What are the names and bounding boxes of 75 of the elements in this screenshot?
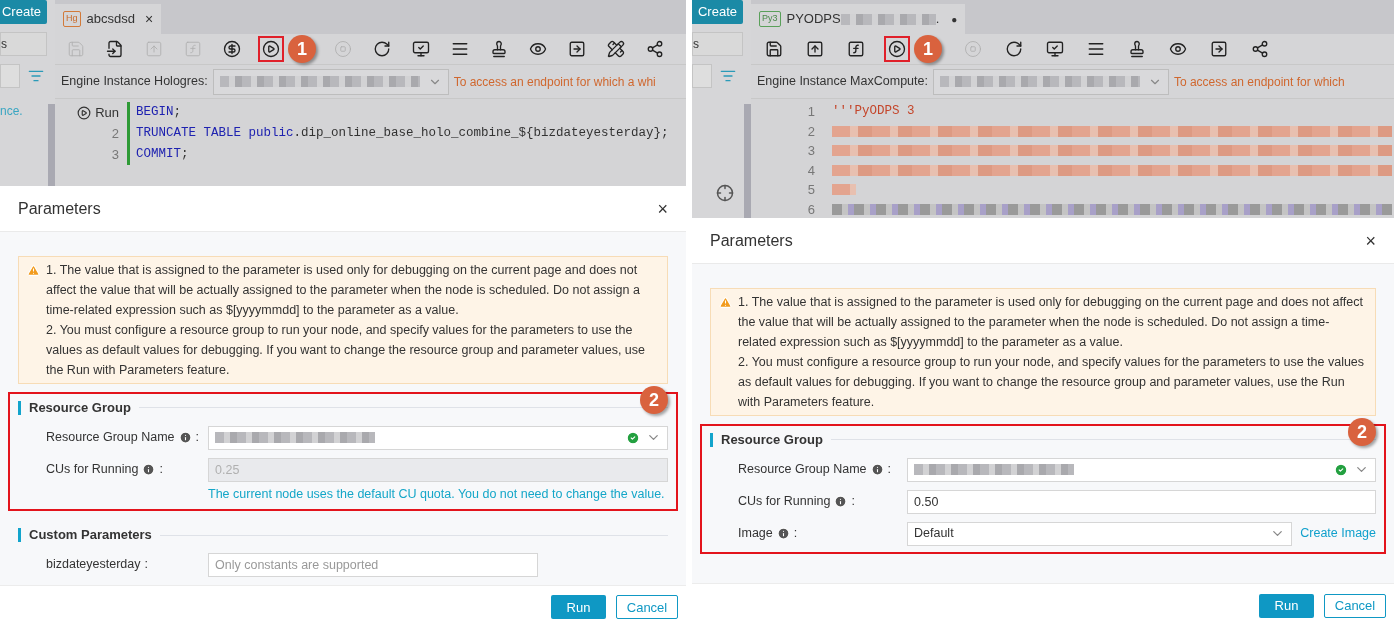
section-marker <box>710 432 713 447</box>
field-label: CUs for Running <box>46 461 139 479</box>
input-field[interactable]: 0.50 <box>907 489 1376 514</box>
field-label: CUs for Running <box>738 493 831 511</box>
tab-title: . <box>935 10 940 29</box>
file-type-badge: Py3 <box>759 11 781 27</box>
hint-text: The current node uses the default CU quota. You do not need to change the value. <box>208 485 666 503</box>
section-marker <box>18 400 21 415</box>
scrollbar[interactable] <box>744 104 751 218</box>
select-field[interactable] <box>208 425 668 450</box>
line-number: 6 <box>807 200 815 218</box>
search-field[interactable] <box>692 64 712 88</box>
label-colon: : <box>195 429 199 447</box>
redacted-block <box>832 184 856 196</box>
dialog-title: Parameters <box>18 198 101 219</box>
sidebar-field[interactable]: s <box>0 32 47 56</box>
field-label: Resource Group Name <box>46 429 175 447</box>
crosshair-icon[interactable] <box>716 184 734 202</box>
close-button[interactable]: × <box>1365 231 1376 250</box>
section-title: Custom Parameters <box>29 526 152 545</box>
unsaved-dot: ● <box>951 12 958 27</box>
section-title: Resource Group <box>29 399 131 417</box>
code-line: '''PyODPS 3 <box>832 103 915 121</box>
line-number: Run <box>95 103 119 122</box>
callout-badge: 1 <box>914 35 942 63</box>
input-field[interactable]: Only constants are supported <box>208 552 538 577</box>
endpoint-notice: To access an endpoint for which a whi <box>453 73 656 91</box>
code-line: TRUNCATE TABLE public.dip_online_base_holo_combine_${bizdateyesterday}; <box>136 125 669 143</box>
scrollbar[interactable] <box>48 104 55 186</box>
notice-text: 2. You must configure a resource group to run your node, and specify values for the parameters to use the values as default values for debugging. If you want to change the resource group and parameter values, use the Run with Parameters feature. <box>46 322 646 379</box>
label-colon: : <box>144 556 148 574</box>
create-button[interactable]: Create <box>692 0 743 24</box>
tab-title: abcsdsd <box>86 10 135 29</box>
close-tab-button[interactable]: × <box>144 8 154 30</box>
editor-tab[interactable]: Py3 PYODPS . ● <box>751 4 966 34</box>
close-button[interactable]: × <box>657 199 668 218</box>
callout-badge: 2 <box>640 386 668 414</box>
create-button[interactable]: Create <box>0 0 47 24</box>
select-field[interactable] <box>907 457 1376 482</box>
section-title: Resource Group <box>721 431 823 449</box>
code-line: BEGIN; <box>136 104 182 122</box>
line-number: 3 <box>111 145 119 164</box>
search-field[interactable] <box>0 64 20 88</box>
label-colon: : <box>793 525 798 543</box>
engine-label: Engine Instance Hologres: <box>61 73 208 91</box>
endpoint-notice: To access an endpoint for which <box>1173 73 1345 91</box>
field-label: Resource Group Name <box>738 461 867 479</box>
callout-badge: 1 <box>288 35 316 63</box>
field-label: bizdateyesterday <box>46 556 141 574</box>
editor-tab[interactable]: Hg abcsdsd × <box>55 4 162 34</box>
sidebar-field[interactable]: s <box>692 32 743 56</box>
label-colon: : <box>887 461 891 479</box>
notice-text: 1. The value that is assigned to the parameter is used only for debugging on the current page and does not affect the value that will be actually assigned to the parameter when the node is scheduled. Do not assign a time-related expression such as $[yyyymmdd] to the parameter as a value. <box>738 294 1364 351</box>
line-number: 2 <box>807 122 815 141</box>
warning-icon <box>719 296 732 309</box>
field-label: Image <box>738 525 773 543</box>
tab-title: PYODPS <box>786 10 841 29</box>
line-number: 3 <box>807 142 815 160</box>
file-type-badge: Hg <box>63 11 81 27</box>
play-icon[interactable] <box>77 105 92 120</box>
engine-label: Engine Instance MaxCompute: <box>757 73 928 91</box>
code-line: COMMIT; <box>136 146 189 164</box>
section-marker <box>18 528 21 542</box>
line-number: 1 <box>807 103 815 121</box>
warning-icon <box>27 264 40 277</box>
line-number: 2 <box>111 124 119 143</box>
line-number: 5 <box>807 181 815 199</box>
notice-text: 2. You must configure a resource group to run your node, and specify values for the parameters to use the values as default values for debugging. If you want to change the resource group and parameter values, use the Run with Parameters feature. <box>738 354 1366 411</box>
line-number: 4 <box>807 161 815 180</box>
select-field[interactable]: Default <box>907 521 1293 546</box>
dialog-title: Parameters <box>710 230 793 251</box>
notice-text: 1. The value that is assigned to the parameter is used only for debugging on the current page and does not affect the value that will be actually assigned to the parameter when the node is scheduled. Do not assign a time-related expression such as $[yyyymmdd] to the parameter as a value. <box>46 262 641 319</box>
label-colon: : <box>851 493 855 511</box>
label-colon: : <box>159 461 163 479</box>
callout-badge: 2 <box>1348 418 1376 446</box>
